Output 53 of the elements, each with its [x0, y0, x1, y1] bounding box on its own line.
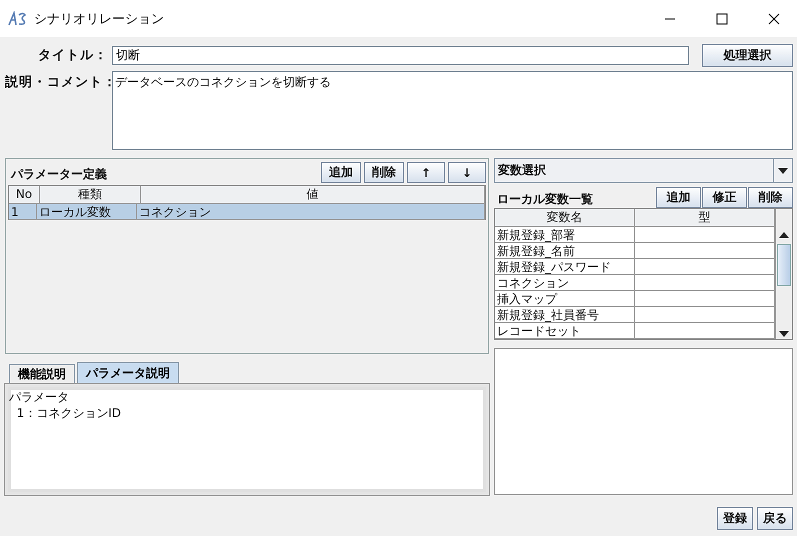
- parameter-button[interactable]: ↓: [448, 162, 486, 183]
- variable-row[interactable]: 新規登録_パスワード: [495, 259, 775, 275]
- table-cell: 新規登録_部署: [495, 227, 635, 243]
- variable-row[interactable]: 新規登録_部署: [495, 227, 775, 243]
- title-label: タイトル：: [37, 47, 108, 64]
- scroll-down-icon[interactable]: [779, 331, 789, 337]
- comment-field[interactable]: データベースのコネクションを切断する: [112, 71, 793, 150]
- column-header[interactable]: 種類: [40, 186, 141, 204]
- scroll-thumb[interactable]: [777, 244, 791, 286]
- tab[interactable]: パラメータ説明: [77, 362, 179, 383]
- parameter-button[interactable]: ↑: [407, 162, 445, 183]
- table-cell: 新規登録_社員番号: [495, 307, 635, 323]
- footer-button[interactable]: 登録: [717, 507, 753, 530]
- parameter-row[interactable]: 1 ローカル変数 コネクション: [9, 204, 485, 220]
- parameter-button[interactable]: 削除: [364, 162, 404, 183]
- table-cell: ローカル変数: [37, 204, 137, 220]
- tab[interactable]: 機能説明: [9, 364, 75, 383]
- variable-row[interactable]: レコードセット: [495, 323, 775, 339]
- dropdown-arrow-icon: [778, 168, 788, 174]
- table-cell: 挿入マップ: [495, 291, 635, 307]
- parameter-heading: パラメーター定義: [10, 166, 107, 183]
- variable-row[interactable]: 新規登録_社員番号: [495, 307, 775, 323]
- parameter-button[interactable]: 追加: [321, 162, 361, 183]
- maximize-icon[interactable]: [716, 12, 728, 24]
- column-header[interactable]: No: [9, 186, 40, 204]
- window-title: シナリオリレーション: [34, 10, 164, 28]
- table-cell: 新規登録_パスワード: [495, 259, 635, 275]
- table-cell: レコードセット: [495, 323, 635, 339]
- footer-button[interactable]: 戻る: [757, 507, 793, 530]
- description-text: パラメータ: [9, 389, 69, 405]
- table-cell: コネクション: [137, 204, 485, 220]
- description-text: 1：コネクションID: [16, 405, 122, 421]
- local-variable-button[interactable]: 追加: [656, 187, 701, 208]
- close-icon[interactable]: [768, 12, 780, 24]
- scroll-up-icon[interactable]: [779, 232, 789, 238]
- app-logo-icon: [8, 10, 28, 26]
- table-cell: コネクション: [495, 275, 635, 291]
- process-select-button[interactable]: 処理選択: [702, 44, 793, 66]
- table-cell: 1: [9, 204, 37, 220]
- column-header[interactable]: 値: [141, 186, 485, 204]
- variable-row[interactable]: 挿入マップ: [495, 291, 775, 307]
- variable-select-dropdown[interactable]: 変数選択: [494, 158, 793, 183]
- local-variable-button[interactable]: 修正: [702, 187, 747, 208]
- variable-row[interactable]: コネクション: [495, 275, 775, 291]
- comment-label: 説明・コメント：: [5, 74, 108, 91]
- local-variables-heading: ローカル変数一覧: [496, 191, 593, 208]
- scrollbar[interactable]: [775, 209, 792, 339]
- table-cell: 新規登録_名前: [495, 243, 635, 259]
- title-field[interactable]: 切断: [112, 46, 689, 64]
- variable-row[interactable]: 新規登録_名前: [495, 243, 775, 259]
- column-header[interactable]: 型: [635, 209, 775, 227]
- local-variable-button[interactable]: 削除: [748, 187, 793, 208]
- column-header[interactable]: 変数名: [495, 209, 635, 227]
